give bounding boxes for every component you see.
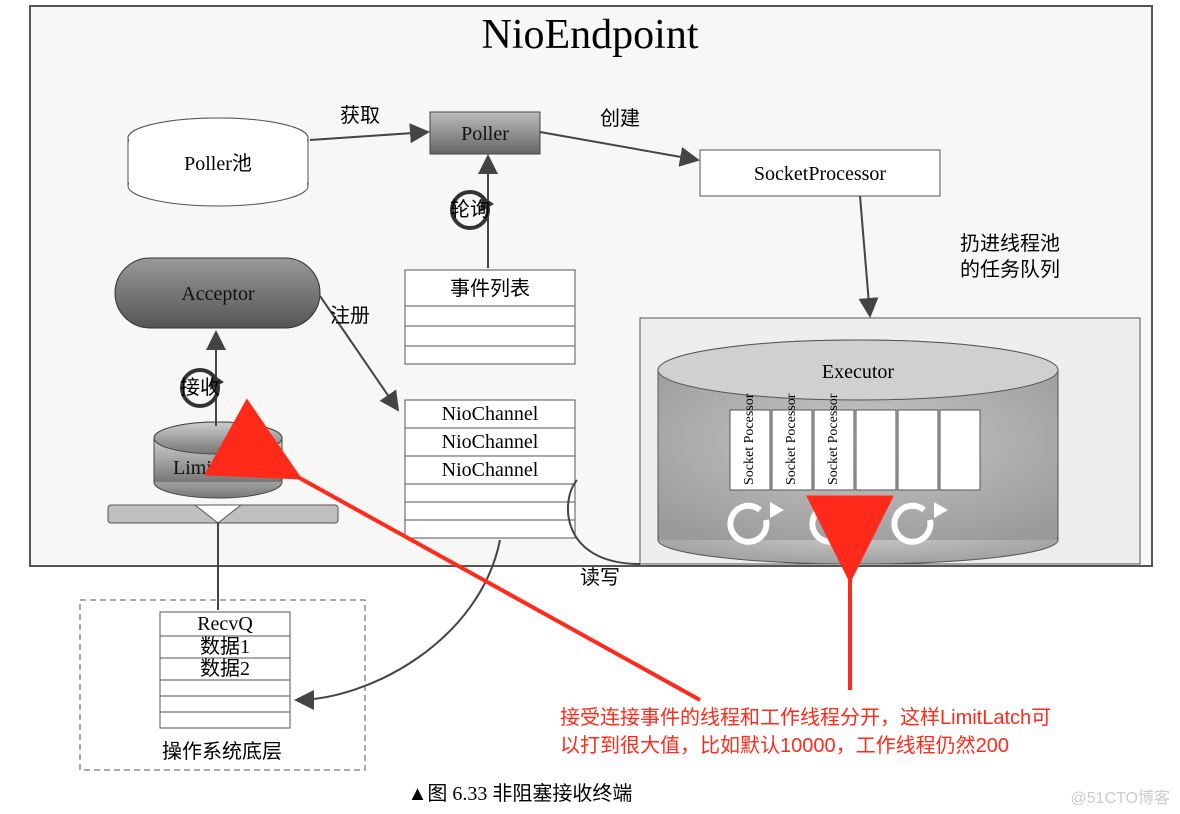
poller-node: Poller [430, 112, 540, 154]
slot-1: Socket Pocessor [742, 393, 757, 485]
annotation-line2: 以打到很大值，比如默认10000，工作线程仍然200 [560, 734, 1009, 757]
limit-latch-label: LimitLatch [173, 457, 263, 479]
edge-throw-2: 的任务队列 [960, 258, 1060, 281]
poller-pool-node: Poller池 [128, 118, 308, 206]
poller-label: Poller [461, 123, 509, 145]
recvq-row1: 数据1 [200, 635, 250, 658]
annotation-line1: 接受连接事件的线程和工作线程分开，这样LimitLatch可 [560, 706, 1051, 729]
slot-3: Socket Pocessor [826, 393, 841, 485]
edge-fetch: 获取 [340, 104, 380, 127]
diagram-title: NioEndpoint [482, 12, 699, 58]
event-list-node: 事件列表 [405, 270, 575, 364]
nio-channel-1: NioChannel [442, 403, 539, 425]
executor-label: Executor [822, 361, 895, 383]
edge-readwrite: 读写 [580, 566, 620, 589]
os-layer-label: 操作系统底层 [162, 740, 282, 763]
recvq-label: RecvQ [197, 613, 253, 635]
executor-node: Executor Socket Pocessor Socket Pocessor… [640, 318, 1140, 564]
nio-channel-3: NioChannel [442, 459, 539, 481]
socket-processor-node: SocketProcessor [700, 150, 940, 196]
nio-endpoint-diagram: NioEndpoint Poller池 Poller SocketProcess… [0, 0, 1180, 814]
slot-2: Socket Pocessor [784, 393, 799, 485]
acceptor-label: Acceptor [181, 283, 255, 305]
svg-text:接收: 接收 [180, 376, 220, 399]
recvq-row2: 数据2 [200, 657, 250, 680]
event-list-label: 事件列表 [450, 277, 530, 300]
nio-channel-stack: NioChannel NioChannel NioChannel [405, 400, 575, 538]
socket-processor-label: SocketProcessor [754, 163, 887, 185]
svg-text:轮询: 轮询 [450, 198, 490, 221]
acceptor-node: Acceptor [115, 258, 320, 328]
edge-register: 注册 [330, 304, 370, 327]
nio-channel-2: NioChannel [442, 431, 539, 453]
os-layer: RecvQ 数据1 数据2 操作系统底层 [80, 600, 365, 770]
edge-throw-1: 扔进线程池 [960, 232, 1060, 255]
edge-create: 创建 [600, 107, 640, 130]
poller-pool-label: Poller池 [184, 152, 252, 175]
watermark: @51CTO博客 [1070, 784, 1170, 808]
figure-caption: ▲图 6.33 非阻塞接收终端 [408, 782, 633, 805]
